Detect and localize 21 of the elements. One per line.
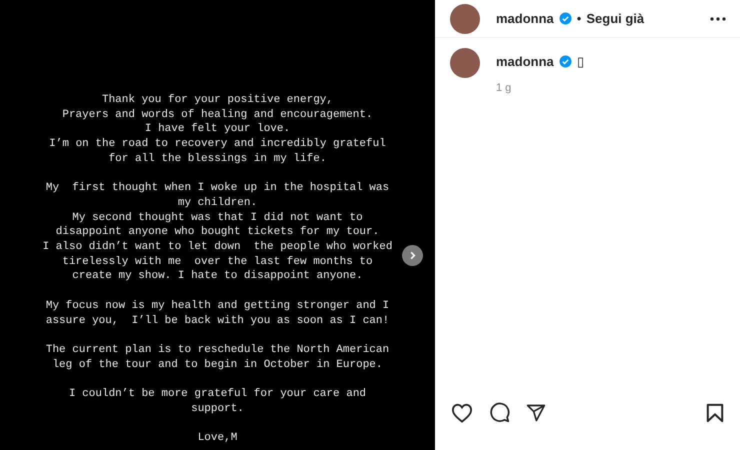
next-button[interactable] bbox=[402, 245, 423, 266]
post-text: I couldn’t be more grateful for your care and support. bbox=[68, 387, 366, 416]
send-icon[interactable] bbox=[526, 402, 546, 422]
post-text: The current plan is to reschedule the North American leg of the tour and to begin in October in Europe. bbox=[46, 342, 390, 372]
follow-status[interactable]: Segui già bbox=[586, 8, 644, 28]
avatar[interactable] bbox=[450, 48, 480, 78]
post-text: My focus now is my health and getting stronger and I assure you, I’ll be back with you as soon as I can! bbox=[46, 298, 390, 328]
username[interactable]: madonna bbox=[496, 52, 554, 72]
post-text: Thank you for your positive energy, Prayers and words of healing and encouragement. I have felt your love. I’m on the road to recovery and incredibly grateful for all the blessings in my life. bbox=[49, 93, 386, 167]
caption-text: ▯ bbox=[576, 53, 584, 71]
post-text: My first thought when I woke up in the hospital was my children. My second thought was that I did not want to disappoint anyone who bought tickets for my tour. I also didn’t want to let down the people who worked tirelessly with me over the last few months to create my show. I hate to disappoint anyone. bbox=[42, 181, 392, 284]
comment-icon[interactable] bbox=[489, 402, 510, 423]
post-text: Love,M bbox=[198, 431, 238, 446]
bookmark-icon[interactable] bbox=[706, 402, 724, 422]
separator: • bbox=[576, 10, 582, 28]
username[interactable]: madonna bbox=[496, 8, 554, 28]
post-time: 1 g bbox=[496, 80, 512, 96]
more-options-icon[interactable] bbox=[710, 16, 726, 20]
chevron-right-icon bbox=[408, 251, 417, 260]
avatar[interactable] bbox=[450, 4, 480, 34]
heart-icon[interactable] bbox=[451, 402, 473, 422]
